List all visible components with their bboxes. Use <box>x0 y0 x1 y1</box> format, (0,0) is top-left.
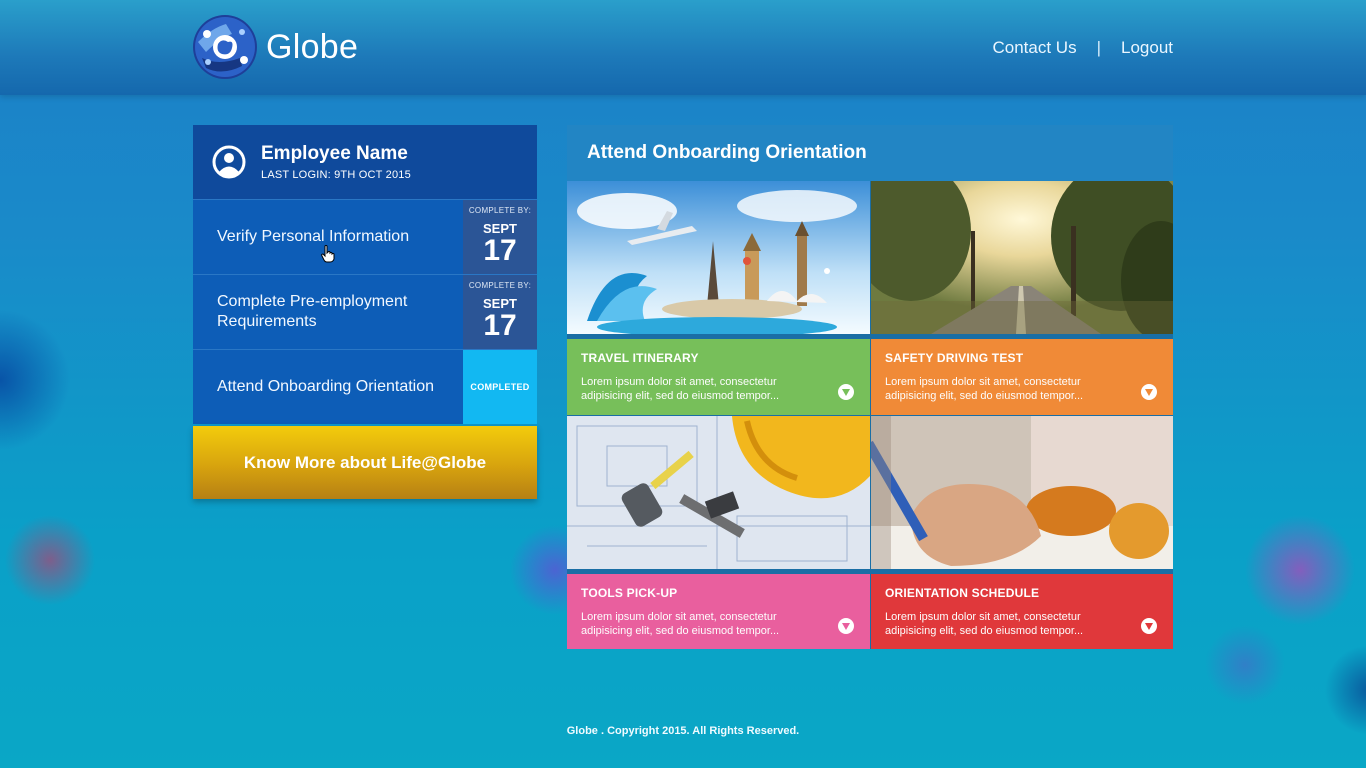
card-info: TRAVEL ITINERARY Lorem ipsum dolor sit a… <box>567 339 870 415</box>
chevron-down-icon[interactable] <box>1141 618 1157 634</box>
writing-image <box>871 416 1173 569</box>
card-tools-pickup[interactable]: TOOLS PICK-UP Lorem ipsum dolor sit amet… <box>567 416 870 649</box>
road-image <box>871 181 1173 341</box>
completed-badge: COMPLETED <box>463 350 537 424</box>
travel-image <box>567 181 870 337</box>
task-due-date: COMPLETE BY: SEPT 17 <box>463 200 537 274</box>
card-orientation-schedule[interactable]: ORIENTATION SCHEDULE Lorem ipsum dolor s… <box>871 416 1173 649</box>
card-description: Lorem ipsum dolor sit amet, consectetur … <box>885 611 1084 637</box>
employee-name: Employee Name <box>261 143 408 164</box>
task-item-verify-info[interactable]: Verify Personal Information COMPLETE BY:… <box>193 199 537 274</box>
footer-copyright: Globe . Copyright 2015. All Rights Reser… <box>566 725 800 737</box>
card-grid: TRAVEL ITINERARY Lorem ipsum dolor sit a… <box>567 181 1173 649</box>
card-info: ORIENTATION SCHEDULE Lorem ipsum dolor s… <box>871 574 1173 649</box>
header: Globe Contact Us | Logout <box>0 0 1366 95</box>
due-day: 17 <box>483 309 517 342</box>
task-panel: Employee Name LAST LOGIN: 9TH OCT 2015 V… <box>193 125 537 499</box>
card-title: TOOLS PICK-UP <box>581 586 678 600</box>
chevron-down-icon[interactable] <box>838 384 854 400</box>
logout-link[interactable]: Logout <box>1121 38 1173 58</box>
globe-logo-icon <box>193 15 257 79</box>
globe-logo[interactable]: Globe <box>192 14 358 80</box>
chevron-down-icon[interactable] <box>1141 384 1157 400</box>
user-icon <box>212 145 246 179</box>
nav-separator: | <box>1096 38 1101 57</box>
card-description: Lorem ipsum dolor sit amet, consectetur … <box>581 611 780 637</box>
card-info: SAFETY DRIVING TEST Lorem ipsum dolor si… <box>871 339 1173 415</box>
task-item-onboarding[interactable]: Attend Onboarding Orientation COMPLETED <box>193 349 537 424</box>
task-due-date: COMPLETE BY: SEPT 17 <box>463 275 537 349</box>
tools-image <box>567 416 870 569</box>
complete-by-label: COMPLETE BY: <box>468 281 532 290</box>
contact-us-link[interactable]: Contact Us <box>992 38 1076 58</box>
complete-by-label: COMPLETE BY: <box>468 206 532 215</box>
chevron-down-icon[interactable] <box>838 618 854 634</box>
card-info: TOOLS PICK-UP Lorem ipsum dolor sit amet… <box>567 574 870 649</box>
hand-cursor-icon <box>321 245 335 263</box>
card-title: SAFETY DRIVING TEST <box>885 351 1024 365</box>
task-label: Attend Onboarding Orientation <box>217 378 435 395</box>
task-item-pre-employment[interactable]: Complete Pre-employment Requirements COM… <box>193 274 537 349</box>
due-day: 17 <box>483 234 517 267</box>
know-more-button[interactable]: Know More about Life@Globe <box>193 426 537 499</box>
card-title: TRAVEL ITINERARY <box>581 351 699 365</box>
card-travel-itinerary[interactable]: TRAVEL ITINERARY Lorem ipsum dolor sit a… <box>567 181 870 415</box>
card-description: Lorem ipsum dolor sit amet, consectetur … <box>885 376 1084 402</box>
profile-card: Employee Name LAST LOGIN: 9TH OCT 2015 <box>193 125 537 199</box>
top-nav: Contact Us | Logout <box>992 38 1173 58</box>
last-login: LAST LOGIN: 9TH OCT 2015 <box>261 169 411 181</box>
onboarding-panel: Attend Onboarding Orientation TRAVEL ITI… <box>567 125 1173 649</box>
card-description: Lorem ipsum dolor sit amet, consectetur … <box>581 376 780 402</box>
card-title: ORIENTATION SCHEDULE <box>885 586 1040 600</box>
logo-text: Globe <box>266 27 359 66</box>
task-label: Complete Pre-employment Requirements <box>217 293 408 330</box>
card-safety-driving[interactable]: SAFETY DRIVING TEST Lorem ipsum dolor si… <box>871 181 1173 415</box>
panel-title: Attend Onboarding Orientation <box>567 125 1173 181</box>
